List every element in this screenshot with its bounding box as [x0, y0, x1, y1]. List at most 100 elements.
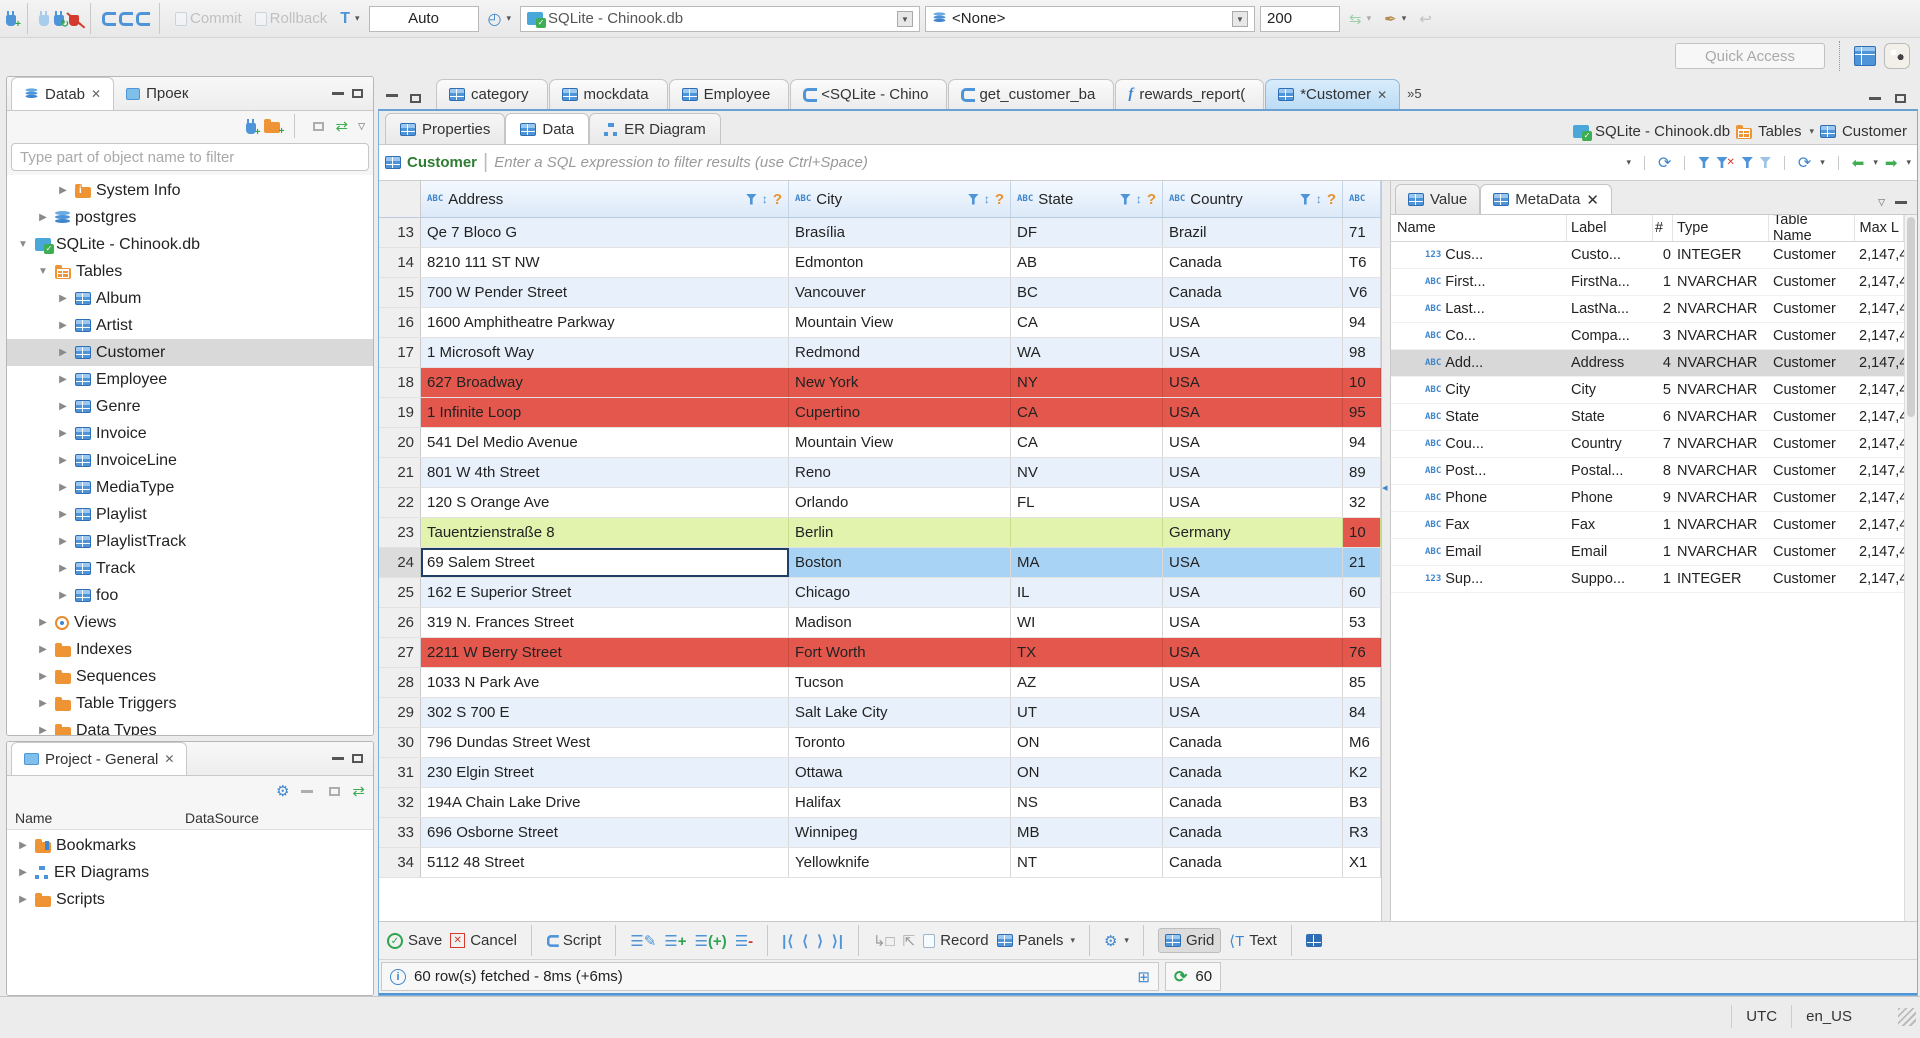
dbeaver-perspective-icon[interactable] [1884, 43, 1910, 69]
cell-country[interactable]: USA [1163, 398, 1343, 427]
resize-grip-icon[interactable] [1898, 1007, 1916, 1026]
cell-country[interactable]: Germany [1163, 518, 1343, 547]
expander-icon[interactable]: ▶ [56, 293, 70, 304]
editor-tab[interactable]: Employee [668, 79, 790, 109]
expander-icon[interactable]: ▼ [36, 266, 50, 277]
quick-access-button[interactable]: Quick Access [1675, 43, 1825, 69]
back-button[interactable]: ↩ [1415, 8, 1436, 30]
cell-city[interactable]: Edmonton [789, 248, 1011, 277]
cell-address[interactable]: 696 Osborne Street [421, 818, 789, 847]
last-row-icon[interactable]: ⟩| [832, 932, 844, 950]
cell-state[interactable]: CA [1011, 428, 1163, 457]
filter-expression-input[interactable]: Enter a SQL expression to filter results… [494, 154, 1618, 171]
row-number[interactable]: 23 [379, 518, 421, 547]
metadata-row[interactable]: 123 Cus... Custo... 0 INTEGER Customer 2… [1391, 242, 1904, 269]
expander-icon[interactable]: ▶ [56, 509, 70, 520]
metadata-row[interactable]: ABC City City 5 NVARCHAR Customer 2,147,… [1391, 377, 1904, 404]
row-number[interactable]: 27 [379, 638, 421, 667]
format-button[interactable]: ✒ ▾ [1380, 8, 1410, 30]
cell-postalcode[interactable]: X1 [1343, 848, 1381, 877]
tree-item[interactable]: ▶ Data Types [7, 717, 373, 735]
cell-city[interactable]: Ottawa [789, 758, 1011, 787]
expander-icon[interactable]: ▶ [56, 347, 70, 358]
metadata-row[interactable]: ABC Post... Postal... 8 NVARCHAR Custome… [1391, 458, 1904, 485]
minimize-icon[interactable] [332, 757, 344, 760]
cell-address[interactable]: 700 W Pender Street [421, 278, 789, 307]
refresh-icon[interactable]: ⟳ [1658, 153, 1671, 173]
cell-address[interactable]: 69 Salem Street [421, 548, 789, 577]
new-sql-editor-icon[interactable] [136, 11, 150, 26]
close-icon[interactable]: ✕ [1586, 191, 1599, 209]
cell-city[interactable]: Redmond [789, 338, 1011, 367]
editor-tab[interactable]: *Customer ✕ [1265, 79, 1401, 109]
cell-city[interactable]: Reno [789, 458, 1011, 487]
row-number[interactable]: 22 [379, 488, 421, 517]
editor-tab[interactable]: mockdata [548, 79, 668, 109]
minimize-icon[interactable] [1895, 201, 1907, 204]
row-number[interactable]: 31 [379, 758, 421, 787]
row-number[interactable]: 26 [379, 608, 421, 637]
close-icon[interactable]: ✕ [164, 752, 174, 766]
cell-country[interactable]: Brazil [1163, 218, 1343, 247]
cell-postalcode[interactable]: 94 [1343, 428, 1381, 457]
cancel-button[interactable]: ✕ Cancel [450, 932, 517, 949]
tree-item[interactable]: ▶ Views [7, 609, 373, 636]
cell-city[interactable]: New York [789, 368, 1011, 397]
cell-country[interactable]: Canada [1163, 758, 1343, 787]
cell-state[interactable]: FL [1011, 488, 1163, 517]
cell-country[interactable]: USA [1163, 548, 1343, 577]
cell-state[interactable]: TX [1011, 638, 1163, 667]
maximize-icon[interactable] [1895, 94, 1906, 103]
cell-address[interactable]: 230 Elgin Street [421, 758, 789, 787]
sync-button[interactable]: ⇆ ▾ [1345, 8, 1375, 30]
maximize-icon[interactable] [352, 754, 363, 763]
minimize-icon[interactable] [332, 92, 344, 95]
tree-item[interactable]: ▶ Track [7, 555, 373, 582]
transaction-log-button[interactable]: T ▾ [336, 8, 363, 30]
cell-country[interactable]: USA [1163, 338, 1343, 367]
restore-view-icon[interactable] [410, 94, 421, 103]
cell-state[interactable]: WI [1011, 608, 1163, 637]
save-button[interactable]: ✓ Save [387, 932, 442, 949]
cell-city[interactable]: Boston [789, 548, 1011, 577]
view-menu-icon[interactable]: ▽ [358, 121, 365, 132]
cell-postalcode[interactable]: 94 [1343, 308, 1381, 337]
tree-item[interactable]: ▶ PlaylistTrack [7, 528, 373, 555]
metadata-row[interactable]: ABC State State 6 NVARCHAR Customer 2,14… [1391, 404, 1904, 431]
cell-country[interactable]: USA [1163, 608, 1343, 637]
column-header-table-name[interactable]: Table Name [1769, 215, 1855, 244]
new-connection-icon[interactable] [245, 118, 261, 138]
collapse-icon[interactable] [301, 789, 314, 793]
tab-metadata[interactable]: MetaData ✕ [1480, 184, 1612, 214]
cell-address[interactable]: 1033 N Park Ave [421, 668, 789, 697]
editor-tab[interactable]: <SQLite - Chino [790, 79, 948, 109]
column-header-number[interactable]: # [1653, 215, 1673, 241]
expander-icon[interactable]: ▶ [56, 320, 70, 331]
cell-address[interactable]: 5112 48 Street [421, 848, 789, 877]
cell-city[interactable]: Chicago [789, 578, 1011, 607]
cell-postalcode[interactable]: 10 [1343, 368, 1381, 397]
expander-icon[interactable]: ▶ [36, 671, 50, 682]
cell-country[interactable]: USA [1163, 368, 1343, 397]
tree-item[interactable]: ▶ Invoice [7, 420, 373, 447]
previous-row-icon[interactable]: ⟨ [802, 932, 809, 950]
collapse-all-icon[interactable] [312, 121, 324, 131]
cell-country[interactable]: Canada [1163, 278, 1343, 307]
cell-address[interactable]: 194A Chain Lake Drive [421, 788, 789, 817]
panels-button[interactable]: Panels ▾ [996, 932, 1075, 949]
metadata-row[interactable]: ABC Phone Phone 9 NVARCHAR Customer 2,14… [1391, 485, 1904, 512]
tree-item[interactable]: ▶ MediaType [7, 474, 373, 501]
cell-postalcode[interactable]: 21 [1343, 548, 1381, 577]
tab-data[interactable]: Data [505, 113, 590, 144]
new-connection-icon[interactable] [6, 11, 21, 30]
cell-postalcode[interactable]: R3 [1343, 818, 1381, 847]
close-icon[interactable]: ✕ [91, 87, 101, 101]
filter-edit-icon[interactable] [1741, 157, 1753, 168]
dropdown-arrow-icon[interactable]: ▼ [1232, 10, 1249, 27]
row-number[interactable]: 33 [379, 818, 421, 847]
cell-country[interactable]: USA [1163, 638, 1343, 667]
tab-database-navigator[interactable]: Datab ✕ [11, 77, 115, 110]
commit-button[interactable]: Commit [171, 8, 246, 29]
cell-city[interactable]: Salt Lake City [789, 698, 1011, 727]
cell-postalcode[interactable]: V6 [1343, 278, 1381, 307]
